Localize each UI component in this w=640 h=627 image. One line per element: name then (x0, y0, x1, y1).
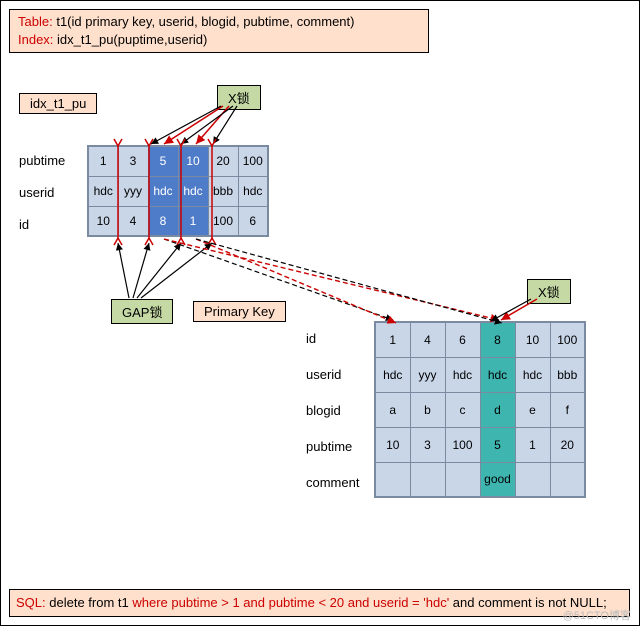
table-row: 10 4 8 1 100 6 (88, 206, 268, 236)
table-row: hdc yyy hdc hdc bbb hdc (88, 176, 268, 206)
sql-box: SQL: delete from t1 where pubtime > 1 an… (9, 589, 630, 617)
sql-prefix: SQL: (16, 595, 49, 610)
pk-row-label-userid: userid (306, 367, 341, 382)
pk-row-label-comment: comment (306, 475, 359, 490)
row-label-pubtime: pubtime (19, 153, 65, 168)
index-name-label: idx_t1_pu (19, 93, 97, 114)
gap-lock-label: GAP锁 (111, 299, 173, 324)
index-def: idx_t1_pu(puptime,userid) (57, 32, 207, 47)
table-row: 10 3 100 5 1 20 (375, 427, 585, 462)
xlock-right-label: X锁 (527, 279, 571, 304)
table-def: t1(id primary key, userid, blogid, pubti… (56, 14, 354, 29)
row-label-userid: userid (19, 185, 54, 200)
index-label: Index: (18, 32, 53, 47)
watermark: @51CTO博客 (563, 607, 631, 623)
schema-box: Table: t1(id primary key, userid, blogid… (9, 9, 429, 53)
table-row: good (375, 462, 585, 497)
pk-row-label-blogid: blogid (306, 403, 341, 418)
table-row: a b c d e f (375, 392, 585, 427)
xlock-top-label: X锁 (217, 85, 261, 110)
primary-key-table: 1 4 6 8 10 100 hdc yyy hdc hdc hdc bbb a… (374, 321, 586, 498)
pk-row-label-pubtime: pubtime (306, 439, 352, 454)
table-row: 1 4 6 8 10 100 (375, 322, 585, 357)
primary-key-label: Primary Key (193, 301, 286, 322)
sql-body-1: delete from t1 (49, 595, 132, 610)
sql-where: where pubtime > 1 and pubtime < 20 and u… (132, 595, 452, 610)
pk-row-label-id: id (306, 331, 316, 346)
index-table: 1 3 5 10 20 100 hdc yyy hdc hdc bbb hdc … (87, 145, 269, 237)
table-row: hdc yyy hdc hdc hdc bbb (375, 357, 585, 392)
table-label: Table: (18, 14, 53, 29)
table-row: 1 3 5 10 20 100 (88, 146, 268, 176)
row-label-id: id (19, 217, 29, 232)
